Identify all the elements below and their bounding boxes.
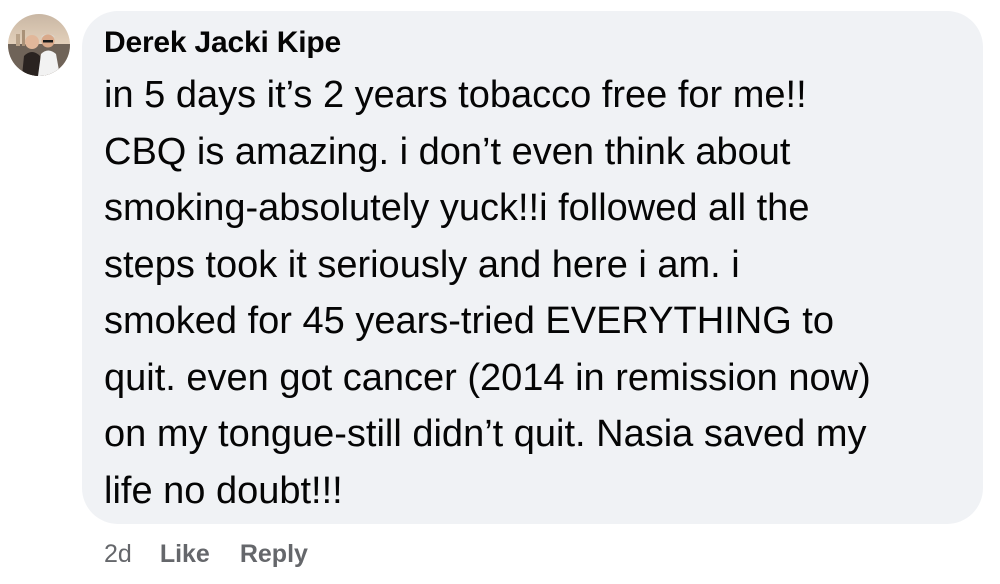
avatar[interactable] <box>8 14 70 76</box>
profile-photo-icon <box>8 14 70 76</box>
comment-author[interactable]: Derek Jacki Kipe <box>104 23 963 63</box>
reply-button[interactable]: Reply <box>240 540 308 569</box>
comment-actions: 2d Like Reply <box>104 534 308 574</box>
like-button[interactable]: Like <box>160 540 210 569</box>
comment-timestamp[interactable]: 2d <box>104 540 132 569</box>
comment-text: in 5 days it’s 2 years tobacco free for … <box>104 74 871 512</box>
comment-bubble: Derek Jacki Kipe in 5 days it’s 2 years … <box>82 11 983 524</box>
